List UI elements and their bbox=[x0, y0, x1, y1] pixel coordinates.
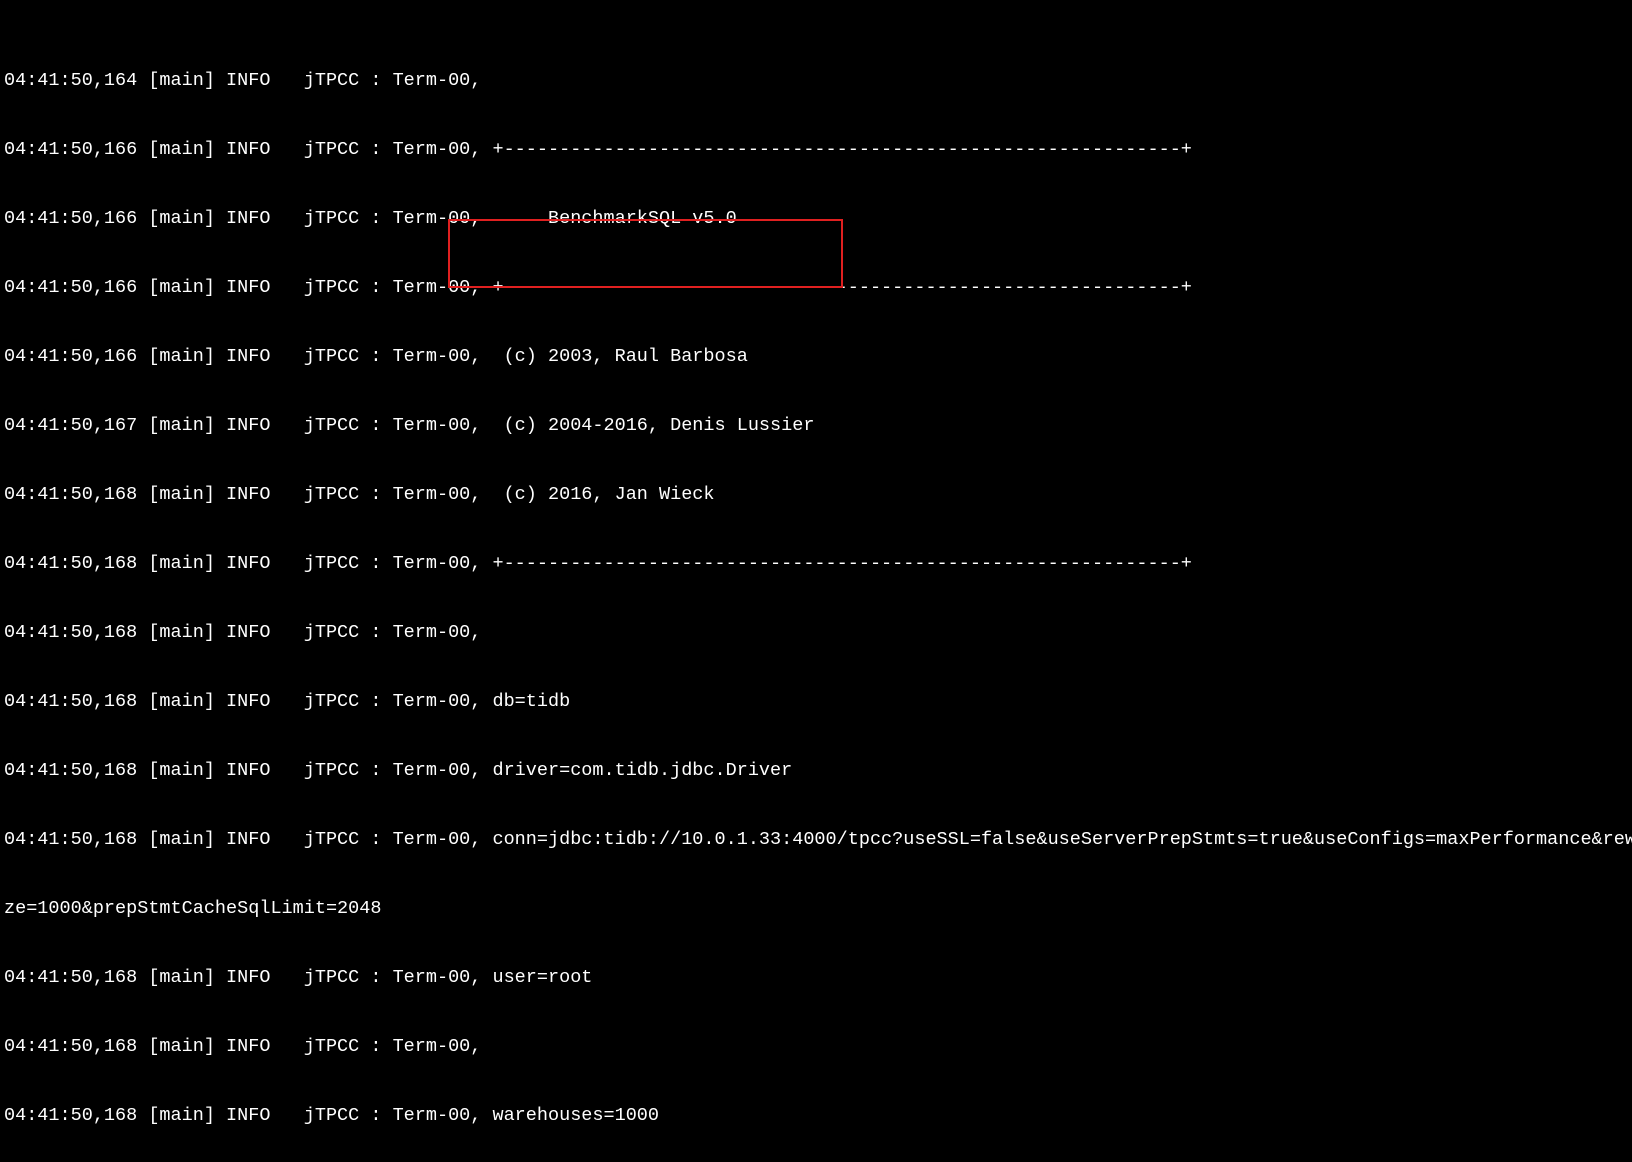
log-line: 04:41:50,166 [main] INFO jTPCC : Term-00… bbox=[4, 345, 1628, 368]
log-line: 04:41:50,166 [main] INFO jTPCC : Term-00… bbox=[4, 207, 1628, 230]
log-line: 04:41:50,168 [main] INFO jTPCC : Term-00… bbox=[4, 690, 1628, 713]
log-line: 04:41:50,168 [main] INFO jTPCC : Term-00… bbox=[4, 552, 1628, 575]
log-line: 04:41:50,168 [main] INFO jTPCC : Term-00… bbox=[4, 966, 1628, 989]
terminal-window[interactable]: 04:41:50,164 [main] INFO jTPCC : Term-00… bbox=[0, 0, 1632, 1162]
log-line: 04:41:50,168 [main] INFO jTPCC : Term-00… bbox=[4, 621, 1628, 644]
log-line: 04:41:50,164 [main] INFO jTPCC : Term-00… bbox=[4, 69, 1628, 92]
log-line: 04:41:50,168 [main] INFO jTPCC : Term-00… bbox=[4, 1104, 1628, 1127]
log-line: 04:41:50,168 [main] INFO jTPCC : Term-00… bbox=[4, 828, 1628, 851]
log-line: 04:41:50,168 [main] INFO jTPCC : Term-00… bbox=[4, 759, 1628, 782]
log-line: 04:41:50,166 [main] INFO jTPCC : Term-00… bbox=[4, 138, 1628, 161]
log-line: 04:41:50,168 [main] INFO jTPCC : Term-00… bbox=[4, 483, 1628, 506]
log-line: 04:41:50,167 [main] INFO jTPCC : Term-00… bbox=[4, 414, 1628, 437]
log-line: ze=1000&prepStmtCacheSqlLimit=2048 bbox=[4, 897, 1628, 920]
log-line: 04:41:50,168 [main] INFO jTPCC : Term-00… bbox=[4, 1035, 1628, 1058]
log-line: 04:41:50,166 [main] INFO jTPCC : Term-00… bbox=[4, 276, 1628, 299]
